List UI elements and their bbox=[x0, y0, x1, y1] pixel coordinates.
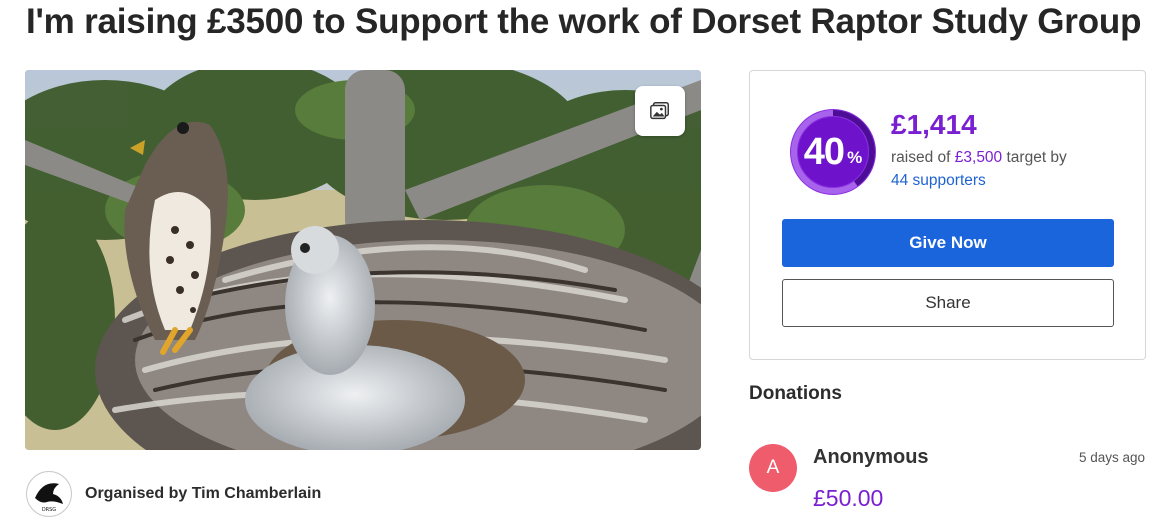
raised-amount: £1,414 bbox=[891, 109, 977, 140]
organiser: DRSG Organised by Tim Chamberlain bbox=[26, 471, 321, 517]
donations-heading: Donations bbox=[749, 383, 842, 404]
progress-ring: 40% bbox=[787, 106, 879, 198]
target-line: raised of £3,500 target by bbox=[891, 149, 1067, 167]
supporters-link[interactable]: 44 supporters bbox=[891, 172, 986, 190]
donation-amount: £50.00 bbox=[813, 485, 884, 511]
donor-avatar: A bbox=[749, 444, 797, 492]
organiser-logo[interactable]: DRSG bbox=[26, 471, 72, 517]
page-title: I'm raising £3500 to Support the work of… bbox=[26, 2, 1142, 41]
share-button[interactable]: Share bbox=[782, 279, 1114, 327]
progress-percent: 40 bbox=[803, 130, 845, 173]
raptor-logo-icon: DRSG bbox=[35, 483, 63, 513]
target-amount: £3,500 bbox=[954, 149, 1003, 166]
hobby-nest-photo bbox=[25, 70, 701, 450]
image-gallery-icon bbox=[650, 102, 669, 120]
gallery-button[interactable] bbox=[635, 86, 685, 136]
progress-percent-sign: % bbox=[847, 148, 863, 167]
target-suffix-text: target by bbox=[1002, 149, 1067, 166]
hero-image[interactable] bbox=[25, 70, 701, 450]
donor-name: Anonymous bbox=[813, 446, 929, 468]
fundraiser-card: 40% £1,414 raised of £3,500 target by 44… bbox=[749, 70, 1146, 360]
raised-of-text: raised of bbox=[891, 149, 955, 166]
organiser-label: Organised by Tim Chamberlain bbox=[85, 485, 322, 502]
donation-time: 5 days ago bbox=[1078, 450, 1145, 465]
organiser-logo-text: DRSG bbox=[42, 507, 56, 513]
give-now-button[interactable]: Give Now bbox=[782, 219, 1114, 267]
